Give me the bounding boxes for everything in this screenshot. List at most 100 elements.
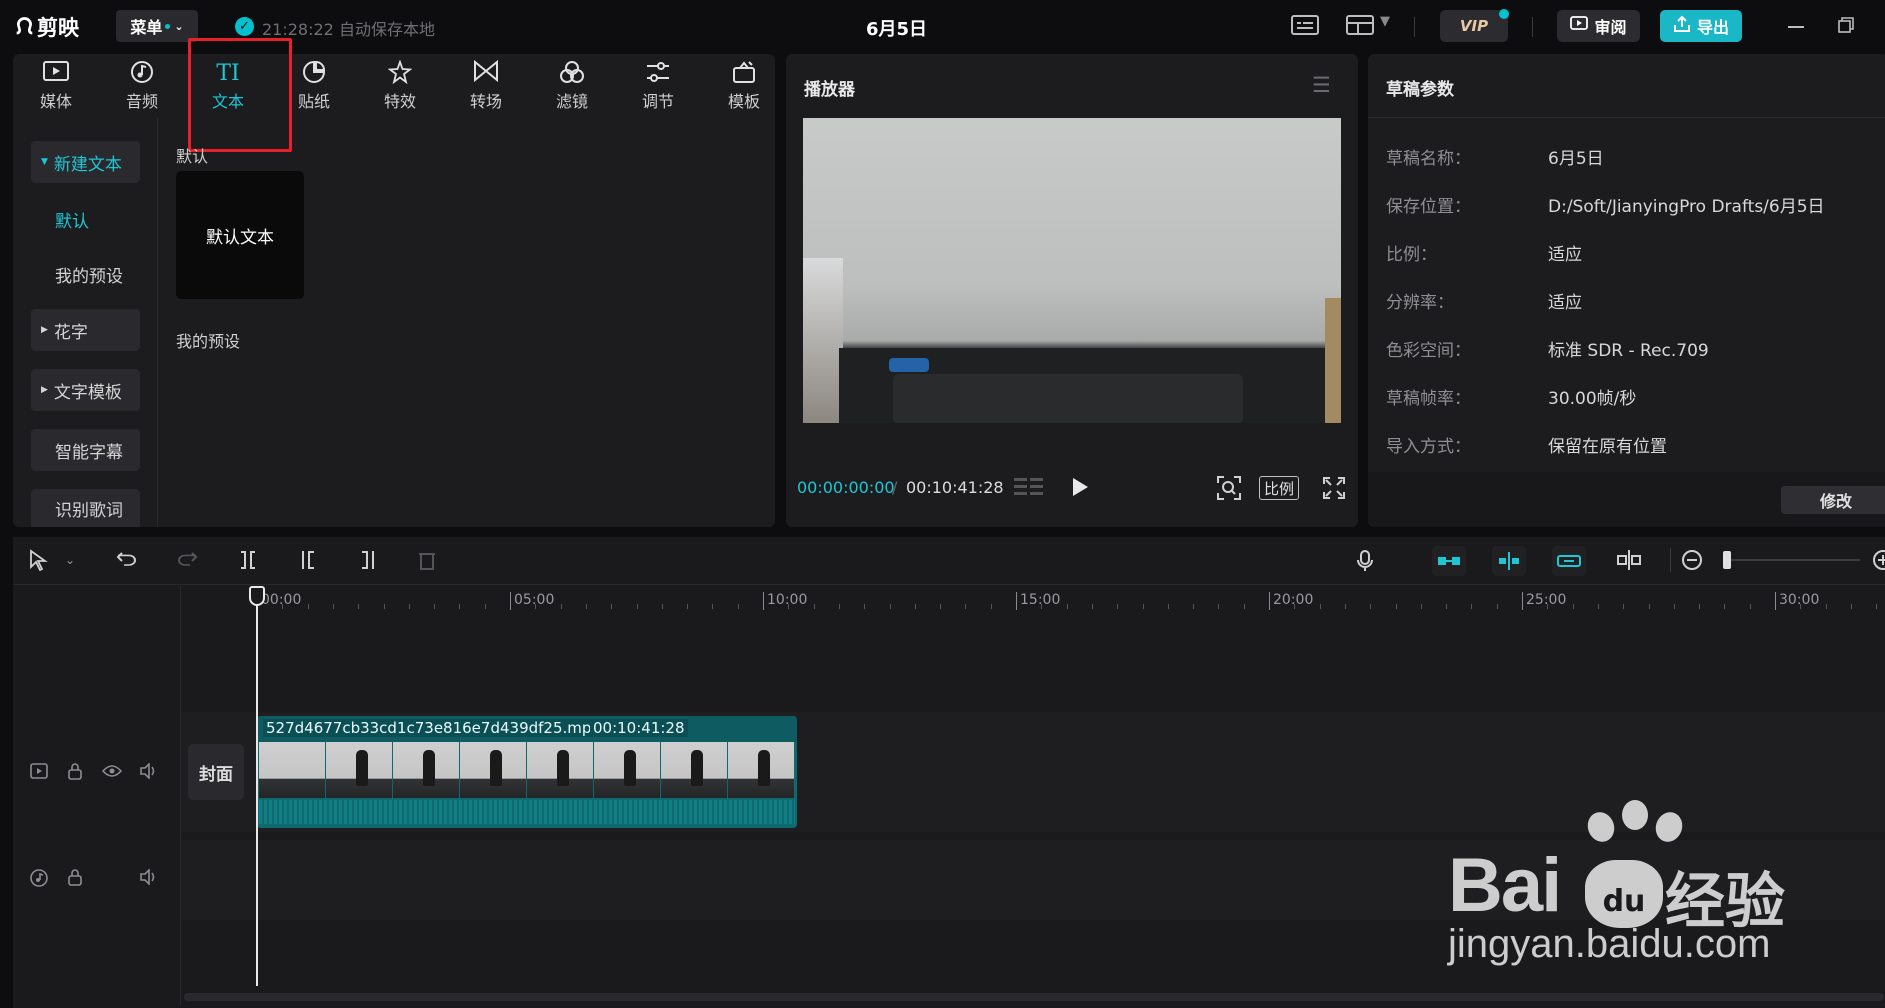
adjust-icon [645, 60, 671, 88]
microphone-icon[interactable] [1355, 549, 1375, 578]
zoom-slider-handle[interactable] [1723, 551, 1731, 569]
tab-adjust[interactable]: 调节 [615, 54, 701, 118]
cover-button[interactable]: 封面 [188, 744, 244, 800]
sidebar-item-fancy-text[interactable]: ▶ 花字 [31, 309, 140, 351]
ruler-minor-tick [1446, 604, 1448, 609]
watermark-url: jingyan.baidu.com [1448, 922, 1771, 966]
sidebar-item-smart-subtitles[interactable]: 智能字幕 [31, 429, 140, 471]
preview-roller [889, 358, 929, 372]
subtitle-icon[interactable] [1291, 14, 1319, 41]
tab-filter[interactable]: 滤镜 [529, 54, 615, 118]
volume-icon[interactable] [139, 868, 157, 889]
tab-label: 转场 [469, 92, 502, 111]
sidebar-item-text-template[interactable]: ▶ 文字模板 [31, 369, 140, 411]
restore-icon[interactable] [1837, 16, 1855, 38]
sidebar-item-my-preset[interactable]: 我的预设 [31, 253, 140, 295]
zoom-slider-track[interactable] [1730, 559, 1860, 561]
vip-button[interactable]: VIP [1440, 10, 1508, 42]
ruler-minor-tick [889, 604, 891, 609]
ruler-label: 00:00 [261, 592, 302, 608]
audio-track-icon [30, 869, 48, 891]
ruler-major-tick [763, 592, 764, 610]
ruler-minor-tick [1091, 604, 1093, 609]
param-value-import-mode: 保留在原有位置 [1548, 437, 1667, 457]
tab-template[interactable]: 模板 [701, 54, 787, 118]
sidebar-item-new-text[interactable]: ▼ 新建文本 [31, 141, 140, 183]
caret-right-icon: ▶ [41, 325, 48, 335]
menu-button[interactable]: 菜单 ⌄ [116, 10, 198, 42]
clip-thumbnail [527, 742, 593, 798]
lock-icon[interactable] [67, 762, 83, 784]
tab-audio[interactable]: 音频 [99, 54, 185, 118]
zoom-in-icon[interactable] [1872, 549, 1885, 576]
tab-media[interactable]: 媒体 [13, 54, 99, 118]
ruler-label: 15:00 [1020, 592, 1061, 608]
split-icon[interactable] [238, 549, 258, 576]
ratio-button[interactable]: 比例 [1259, 476, 1299, 500]
delete-icon[interactable] [417, 549, 437, 576]
sidebar-item-default[interactable]: 默认 [31, 198, 140, 240]
playhead[interactable] [256, 588, 258, 986]
preview-axis-icon[interactable] [1616, 549, 1642, 576]
sidebar-item-lyrics[interactable]: 识别歌词 [31, 489, 140, 527]
ruler-minor-tick [560, 604, 562, 609]
param-value-frame-rate: 30.00帧/秒 [1548, 389, 1637, 409]
trim-right-icon[interactable] [358, 549, 378, 576]
project-title: 6月5日 [866, 19, 928, 40]
eye-icon[interactable] [101, 764, 123, 782]
sticker-icon [302, 60, 326, 88]
fit-screen-icon[interactable] [1216, 475, 1242, 506]
ruler-major-tick [1269, 592, 1270, 610]
param-label-frame-rate: 草稿帧率： [1386, 389, 1471, 409]
zoom-out-icon[interactable] [1681, 549, 1703, 576]
autosave-status: 21:28:22 自动保存本地 [262, 20, 435, 39]
param-value-color-space: 标准 SDR - Rec.709 [1548, 341, 1709, 361]
video-track-icon [30, 763, 48, 783]
export-button[interactable]: 导出 [1660, 10, 1742, 42]
ruler-minor-tick [1876, 604, 1878, 609]
redo-icon[interactable] [176, 549, 198, 574]
playhead-handle[interactable] [249, 586, 265, 606]
main-track-magnet-icon[interactable] [1432, 546, 1466, 576]
video-preview[interactable] [803, 118, 1341, 423]
ruler-minor-tick [1193, 604, 1195, 609]
ruler-minor-tick [383, 604, 385, 609]
play-icon[interactable] [1071, 477, 1089, 502]
review-button[interactable]: 审阅 [1557, 10, 1640, 42]
minimize-icon[interactable] [1788, 26, 1804, 28]
tab-effects[interactable]: 特效 [357, 54, 443, 118]
chevron-down-icon[interactable]: ⌄ [65, 553, 75, 567]
ruler-minor-tick [1420, 604, 1422, 609]
volume-icon[interactable] [139, 762, 157, 783]
sidebar-item-label: 智能字幕 [55, 442, 123, 463]
lock-icon[interactable] [67, 868, 83, 890]
clip-thumbnail [393, 742, 459, 798]
ruler-minor-tick [585, 604, 587, 609]
ruler-minor-tick [990, 604, 992, 609]
default-text-card[interactable]: 默认文本 [176, 171, 304, 299]
modify-button[interactable]: 修改 [1781, 486, 1885, 514]
linkage-icon[interactable] [1552, 546, 1586, 576]
track-headers [13, 586, 181, 1006]
select-cursor-icon[interactable] [28, 549, 48, 576]
tab-label: 调节 [641, 92, 674, 111]
horizontal-scrollbar[interactable] [184, 993, 1884, 1001]
hamburger-menu-icon[interactable]: ☰ [1312, 73, 1331, 97]
trim-left-icon[interactable] [298, 549, 318, 576]
ruler-minor-tick [636, 604, 638, 609]
player-title: 播放器 [804, 80, 855, 100]
sidebar-item-label: 新建文本 [53, 154, 122, 175]
layout-dropdown-icon[interactable]: ▼ [1380, 14, 1390, 29]
ruler-minor-tick [611, 604, 613, 609]
undo-icon[interactable] [116, 549, 138, 574]
layout-icon[interactable] [1346, 14, 1374, 41]
list-view-icon[interactable] [1013, 476, 1045, 503]
ruler-minor-tick [1496, 604, 1498, 609]
auto-snap-icon[interactable] [1492, 546, 1526, 576]
ruler-label: 30:00 [1779, 592, 1820, 608]
ruler-major-tick [510, 592, 511, 610]
fullscreen-icon[interactable] [1322, 476, 1346, 505]
tab-transition[interactable]: 转场 [443, 54, 529, 118]
video-clip[interactable]: 527d4677cb33cd1c73e816e7d439df25.mp4 00:… [257, 716, 797, 828]
ruler-minor-tick [408, 604, 410, 609]
